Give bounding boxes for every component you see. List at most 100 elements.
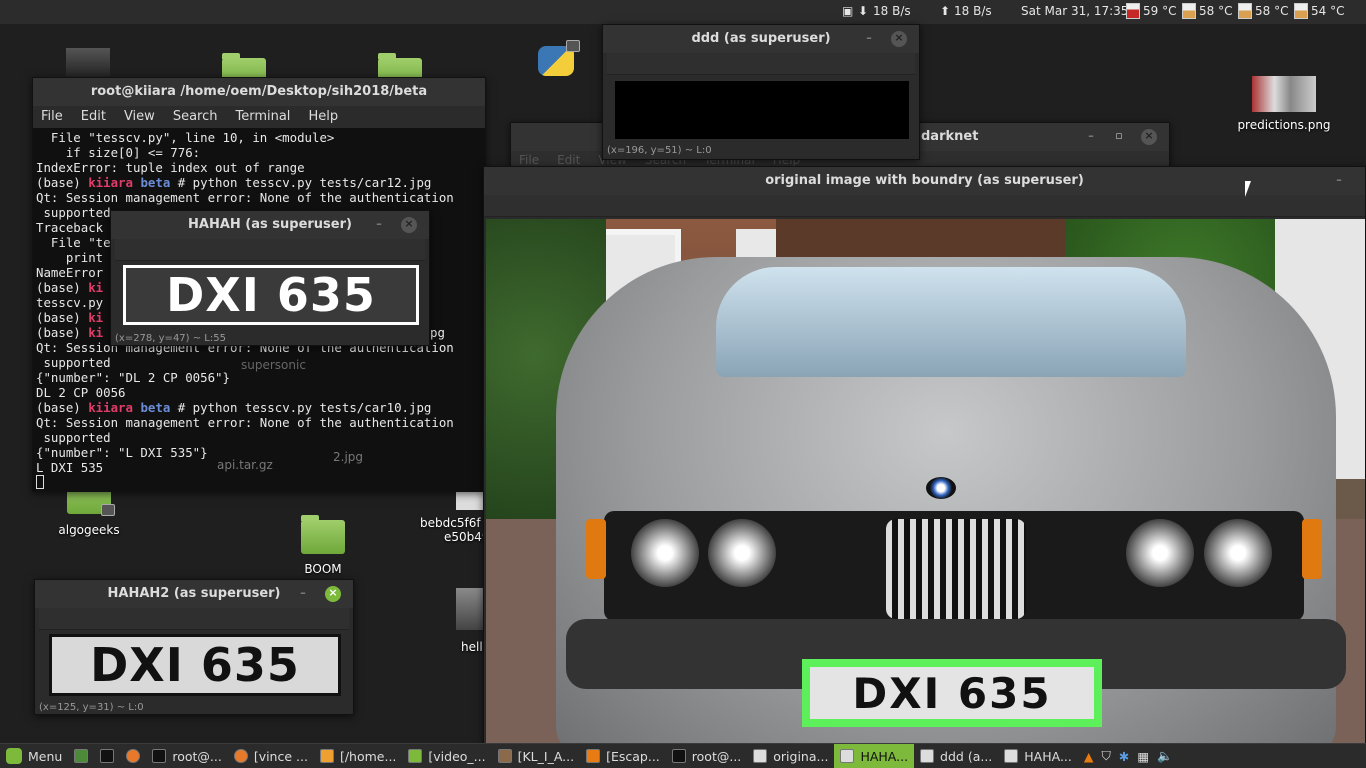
close-button[interactable]: ×: [1141, 129, 1157, 145]
terminal-launcher[interactable]: [94, 744, 120, 768]
terminal-line: supported: [36, 430, 111, 445]
terminal-line: File "tesscv.py", line 10, in <module>: [36, 130, 335, 145]
original-titlebar[interactable]: original image with boundry (as superuse…: [484, 167, 1365, 195]
terminal-prompt-line: (base) kiiara beta # python tesscv.py te…: [36, 175, 432, 190]
temp-sensor-3: 58 °C: [1238, 3, 1288, 19]
plate-image: DXI 635: [49, 634, 341, 696]
close-button[interactable]: ×: [891, 31, 907, 47]
image-thumbnail: [456, 588, 484, 630]
lock-icon: [566, 40, 580, 52]
maximize-button[interactable]: ▫: [1111, 129, 1127, 145]
sublime-icon: [319, 749, 334, 763]
menu-search[interactable]: Search: [173, 106, 218, 128]
network-icon[interactable]: ▣: [842, 4, 853, 18]
show-desktop-button[interactable]: [68, 744, 94, 768]
taskbar-item-video[interactable]: [KL_I_A...: [492, 744, 580, 768]
top-panel: ▣ ⬇ 18 B/s ⬆ 18 B/s Sat Mar 31, 17:35 59…: [0, 0, 1366, 24]
python-file-icon[interactable]: [534, 40, 580, 80]
icon-label: predictions.png: [1237, 118, 1331, 132]
firefox-icon: [126, 749, 141, 763]
ghost-label: 2.jpg: [333, 450, 364, 464]
icon-label: e50b49: [444, 530, 490, 544]
taskbar-item-ddd[interactable]: ddd (a...: [914, 744, 998, 768]
menu-view[interactable]: View: [124, 106, 155, 128]
volume-icon[interactable]: 🔈: [1157, 748, 1173, 764]
menu-edit[interactable]: Edit: [557, 153, 580, 167]
clock[interactable]: Sat Mar 31, 17:35: [1021, 4, 1128, 18]
menu-help[interactable]: Help: [308, 106, 338, 128]
desktop-file-icon[interactable]: [66, 48, 110, 78]
terminal-menubar: File Edit View Search Terminal Help: [33, 106, 485, 128]
taskbar-item-hahah2[interactable]: HAHA...: [998, 744, 1078, 768]
download-speed: 18 B/s: [873, 4, 911, 18]
minimize-button[interactable]: –: [861, 31, 877, 47]
taskbar-item-folder[interactable]: [video_...: [402, 744, 491, 768]
ddd-window[interactable]: ddd (as superuser) – × (x=196, y=51) ~ L…: [602, 24, 920, 160]
thermometer-icon: [1238, 3, 1252, 19]
taskbar-item-terminal[interactable]: root@...: [146, 744, 227, 768]
network-tray-icon[interactable]: ▦: [1137, 749, 1149, 764]
thermometer-icon: [1294, 3, 1308, 19]
terminal-icon: [100, 749, 115, 763]
ghost-label: api.tar.gz: [217, 458, 273, 472]
terminal-line: if size[0] <= 776:: [36, 145, 201, 160]
headlight: [1126, 519, 1194, 587]
minimize-button[interactable]: –: [1331, 173, 1347, 189]
menu-file[interactable]: File: [41, 106, 63, 128]
menu-edit[interactable]: Edit: [81, 106, 106, 128]
taskbar-item-firefox[interactable]: [vince ...: [228, 744, 314, 768]
window-icon: [840, 749, 855, 763]
indicator: [1302, 519, 1322, 579]
terminal-titlebar[interactable]: root@kiiara /home/oem/Desktop/sih2018/be…: [33, 78, 485, 106]
terminal-icon: [671, 749, 686, 763]
taskbar-item-terminal-2[interactable]: root@...: [666, 744, 747, 768]
original-toolbar: [484, 195, 1365, 217]
lock-icon: [101, 504, 115, 516]
taskbar-item-vlc[interactable]: [Escap...: [580, 744, 666, 768]
window-icon: [920, 749, 935, 763]
hahah2-window[interactable]: HAHAH2 (as superuser) – × DXI 635 (x=125…: [34, 579, 354, 715]
mouse-pointer-icon: [1245, 181, 1251, 197]
bmw-logo: [926, 477, 956, 499]
windshield: [716, 267, 1186, 377]
terminal-line: IndexError: tuple index out of range: [36, 160, 305, 175]
close-button[interactable]: ×: [401, 217, 417, 233]
menu-file[interactable]: File: [519, 153, 539, 167]
kidney-grille: [886, 519, 1026, 619]
window-icon: [753, 749, 768, 763]
roof: [776, 219, 1076, 259]
taskbar-item-sublime[interactable]: [/home...: [314, 744, 402, 768]
vlc-tray-icon[interactable]: ▲: [1084, 749, 1094, 764]
shield-icon[interactable]: ⛉: [1102, 748, 1111, 764]
terminal-line: {"number": "DL 2 CP 0056"}: [36, 370, 230, 385]
thermometer-icon: [1126, 3, 1140, 19]
desktop-item-boom[interactable]: BOOM: [278, 515, 368, 576]
taskbar: Menu root@... [vince ... [/home... [vide…: [0, 743, 1366, 768]
menu-terminal[interactable]: Terminal: [235, 106, 290, 128]
firefox-launcher[interactable]: [120, 744, 146, 768]
thermometer-icon: [1182, 3, 1196, 19]
image-thumbnail: [456, 490, 484, 510]
desktop-item-predictions[interactable]: predictions.png: [1232, 76, 1336, 132]
taskbar-item-hahah-active[interactable]: HAHA...: [834, 743, 915, 768]
taskbar-item-original[interactable]: origina...: [747, 744, 834, 768]
temp-sensor-2: 58 °C: [1182, 3, 1232, 19]
close-button[interactable]: ×: [325, 586, 341, 602]
indicator: [586, 519, 606, 579]
minimize-button[interactable]: –: [1083, 129, 1099, 145]
minimize-button[interactable]: –: [371, 217, 387, 233]
temp-sensor-4: 54 °C: [1294, 3, 1344, 19]
terminal-cursor-line: [36, 475, 482, 490]
hahah-window[interactable]: HAHAH (as superuser) – × DXI 635 (x=278,…: [110, 210, 430, 346]
bluetooth-icon[interactable]: ✱: [1119, 749, 1129, 764]
hahah-toolbar: [115, 239, 425, 261]
start-menu-button[interactable]: Menu: [0, 744, 68, 768]
system-tray: ▲ ⛉ ✱ ▦ 🔈: [1078, 744, 1179, 768]
desktop-item-hell[interactable]: hell: [456, 588, 486, 654]
folder-icon: [408, 749, 423, 763]
original-image-window[interactable]: original image with boundry (as superuse…: [483, 166, 1366, 746]
hahah2-toolbar: [39, 608, 349, 630]
minimize-button[interactable]: –: [295, 586, 311, 602]
ddd-status: (x=196, y=51) ~ L:0: [607, 145, 712, 156]
desktop-item-bebdc[interactable]: bebdc5f6f e50b49: [420, 490, 490, 544]
